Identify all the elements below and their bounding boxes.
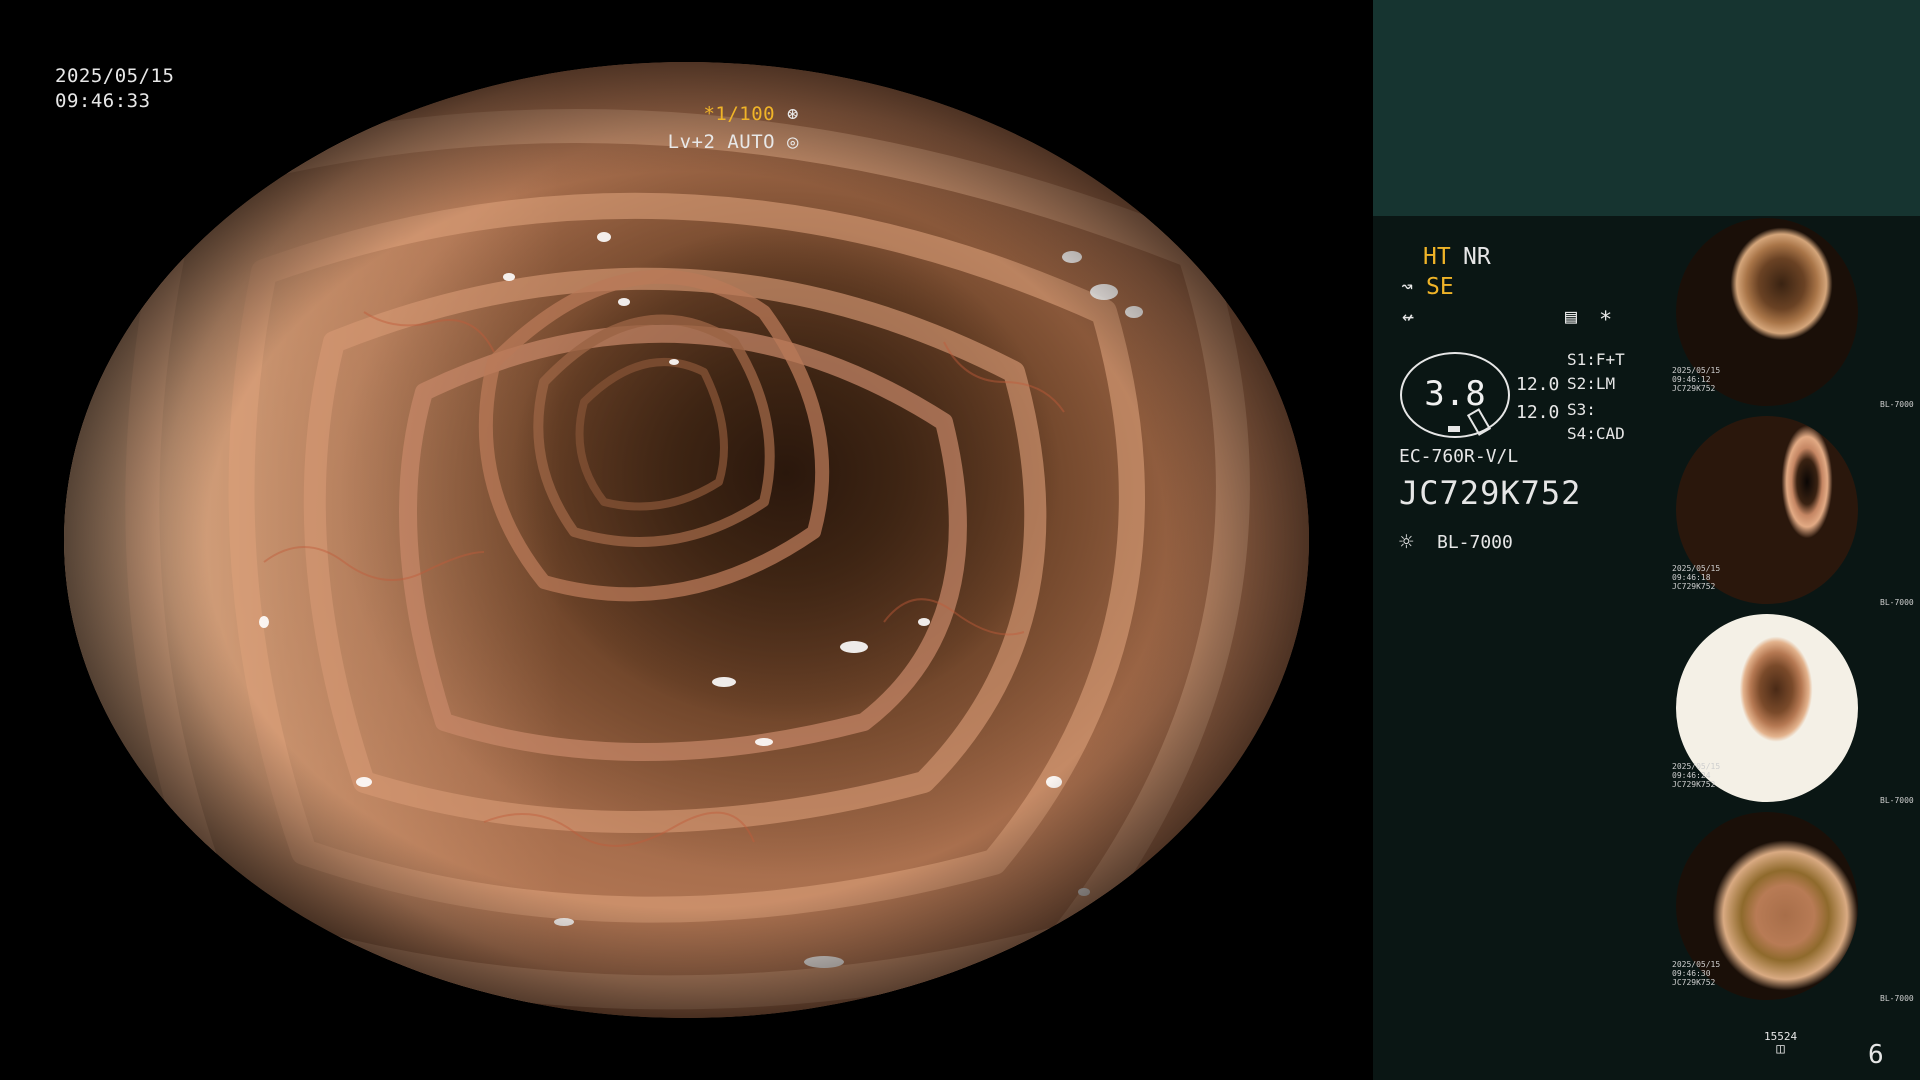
- light-source-icon: ☼: [1399, 528, 1414, 556]
- gauge-value: 3.8: [1424, 374, 1486, 414]
- star-indicator: *: [1599, 308, 1613, 333]
- shutter-speed-text: *1/100: [703, 103, 776, 125]
- capture-thumbnails: 2025/05/15 09:46:12 JC729K752 BL-7000 20…: [1670, 216, 1920, 1016]
- date-text: 2025/05/15: [55, 65, 175, 87]
- thumbnail-meta: 2025/05/15 09:46:24 JC729K752: [1672, 762, 1721, 789]
- structure-enhance-icon: ↝: [1401, 274, 1414, 298]
- scope-table-icon: ▤: [1565, 304, 1578, 328]
- aperture-icon: ⊛: [787, 103, 799, 125]
- time-text: 09:46:33: [55, 90, 151, 112]
- endoscope-view: 2025/05/15 09:46:33 *1/100 ⊛ Lv+2 AUTO ◎: [0, 0, 1373, 1080]
- level-text: Lv+2 AUTO: [667, 131, 776, 153]
- endoscope-image: [64, 62, 1309, 1018]
- endoscopy-screen: 2025/05/15 09:46:33 *1/100 ⊛ Lv+2 AUTO ◎…: [0, 0, 1920, 1080]
- switch-s4: S4:CAD: [1567, 424, 1625, 443]
- gauge-side-bottom: 12.0: [1516, 402, 1560, 423]
- thumbnail-meta: 2025/05/15 09:46:30 JC729K752: [1672, 960, 1721, 987]
- gauge-side-top: 12.0: [1516, 374, 1560, 395]
- thumbnail-tag: BL-7000: [1880, 796, 1914, 805]
- thumbnail-4[interactable]: 2025/05/15 09:46:30 JC729K752 BL-7000: [1670, 810, 1920, 1004]
- thumbnail-3[interactable]: 2025/05/15 09:46:24 JC729K752 BL-7000: [1670, 612, 1920, 806]
- ht-mode-label: HT: [1423, 244, 1451, 270]
- capture-count: 6: [1868, 1040, 1884, 1070]
- se-mode-label: SE: [1426, 274, 1454, 300]
- light-source-label: BL-7000: [1437, 532, 1513, 553]
- storage-indicator: 15524 ◫: [1764, 1030, 1797, 1057]
- thumbnail-meta: 2025/05/15 09:46:18 JC729K752: [1672, 564, 1721, 591]
- color-mode-icon: ↚: [1402, 304, 1415, 328]
- shutter-readout: *1/100 ⊛ Lv+2 AUTO ◎: [668, 100, 799, 156]
- thumbnail-meta: 2025/05/15 09:46:12 JC729K752: [1672, 366, 1721, 393]
- brightness-gauge-icon: 3.8: [1400, 352, 1510, 438]
- datetime-readout: 2025/05/15 09:46:33: [55, 64, 174, 114]
- thumbnail-tag: BL-7000: [1880, 994, 1914, 1003]
- nr-mode-label: NR: [1463, 244, 1491, 270]
- scope-info: HT NR ↝ SE ↚ ▤ * 3.8 12.0 12.0 S1:F+T S2…: [1373, 216, 1673, 1080]
- panel-header-band: [1373, 0, 1920, 216]
- scope-serial: JC729K752: [1399, 474, 1582, 512]
- colon-folds-illustration: [64, 62, 1309, 1018]
- scope-model: EC-760R-V/L: [1399, 446, 1519, 467]
- thumbnail-tag: BL-7000: [1880, 400, 1914, 409]
- auto-iris-icon: ◎: [787, 131, 799, 153]
- thumbnail-1[interactable]: 2025/05/15 09:46:12 JC729K752 BL-7000: [1670, 216, 1920, 410]
- thumbnail-2[interactable]: 2025/05/15 09:46:18 JC729K752 BL-7000: [1670, 414, 1920, 608]
- switch-s1: S1:F+T: [1567, 350, 1625, 369]
- storage-icon: ◫: [1776, 1041, 1785, 1057]
- switch-s3: S3:: [1567, 400, 1596, 419]
- thumbnail-tag: BL-7000: [1880, 598, 1914, 607]
- switch-s2: S2:LM: [1567, 374, 1616, 393]
